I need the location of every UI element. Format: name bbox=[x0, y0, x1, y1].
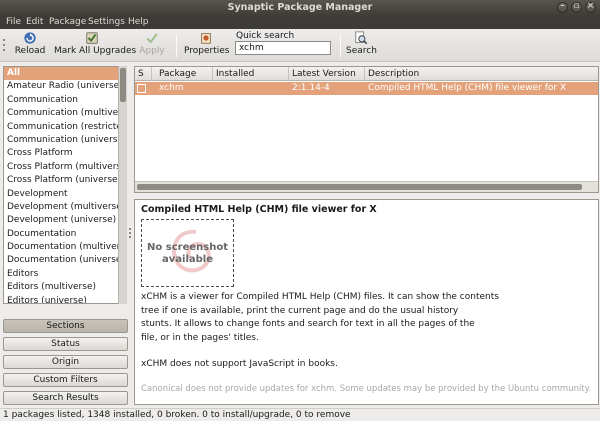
section-item[interactable]: Documentation (multiverse) bbox=[4, 241, 126, 254]
cell-description: Compiled HTML Help (CHM) file viewer for… bbox=[368, 83, 567, 93]
description-line: file, or in the pages' titles. bbox=[141, 332, 259, 343]
menu-help[interactable]: Help bbox=[128, 17, 149, 27]
toolbar: Reload Mark All Upgrades Apply Propertie… bbox=[0, 29, 600, 62]
section-item[interactable]: Editors (universe) bbox=[4, 295, 126, 303]
section-item[interactable]: Documentation (universe) bbox=[4, 254, 126, 267]
mark-upgrades-icon bbox=[86, 32, 98, 44]
column-package[interactable]: Package bbox=[156, 67, 213, 81]
section-item[interactable]: Editors bbox=[4, 268, 126, 281]
section-item[interactable]: All bbox=[4, 67, 126, 81]
toolbar-separator bbox=[340, 35, 341, 57]
column-installed-version[interactable]: Installed Version bbox=[213, 67, 289, 93]
search-button[interactable]: Search bbox=[346, 31, 377, 61]
reload-icon bbox=[24, 32, 36, 44]
table-row[interactable]: xchm 2:1.14-4 Compiled HTML Help (CHM) f… bbox=[135, 82, 598, 95]
reload-label: Reload bbox=[14, 46, 46, 56]
section-item[interactable]: Amateur Radio (universe) bbox=[4, 80, 126, 93]
section-item[interactable]: Communication (universe) bbox=[4, 134, 126, 147]
search-results-button[interactable]: Search Results bbox=[3, 391, 128, 405]
window-title: Synaptic Package Manager bbox=[227, 2, 373, 13]
cell-package: xchm bbox=[159, 83, 184, 93]
title-bar: Synaptic Package Manager – ▫ × bbox=[0, 0, 600, 16]
cell-latest-version: 2:1.14-4 bbox=[292, 83, 330, 93]
status-text: 1 packages listed, 1348 installed, 0 bro… bbox=[3, 410, 351, 420]
description-line: xCHM is a viewer for Compiled HTML Help … bbox=[141, 292, 499, 302]
properties-label: Properties bbox=[184, 46, 230, 56]
column-status[interactable]: S bbox=[135, 67, 152, 81]
status-button[interactable]: Status bbox=[3, 337, 128, 351]
screenshot-placeholder[interactable]: No screenshot available bbox=[141, 219, 234, 287]
window-controls: – ▫ × bbox=[557, 1, 596, 13]
toolbar-separator bbox=[176, 35, 177, 57]
apply-button[interactable]: Apply bbox=[138, 31, 166, 61]
search-label: Search bbox=[346, 46, 377, 56]
quick-search-label: Quick search bbox=[236, 31, 295, 41]
pane-resize-handle[interactable] bbox=[129, 228, 132, 240]
section-item[interactable]: Cross Platform bbox=[4, 147, 126, 160]
menu-file[interactable]: File bbox=[6, 17, 21, 27]
cell-installed-version bbox=[213, 82, 216, 95]
table-header: S Package Installed Version Latest Versi… bbox=[135, 67, 598, 93]
menu-edit[interactable]: Edit bbox=[26, 17, 43, 27]
scrollbar-thumb[interactable] bbox=[120, 68, 126, 102]
section-item[interactable]: Communication bbox=[4, 94, 126, 107]
section-item[interactable]: Documentation bbox=[4, 228, 126, 241]
properties-button[interactable]: Properties bbox=[184, 31, 230, 61]
details-title: Compiled HTML Help (CHM) file viewer for… bbox=[141, 204, 377, 215]
origin-button[interactable]: Origin bbox=[3, 355, 128, 369]
minimize-icon: – bbox=[560, 1, 565, 11]
menu-bar: File Edit Package Settings Help bbox=[0, 16, 600, 29]
canonical-support-note: Canonical does not provide updates for x… bbox=[141, 384, 592, 394]
section-item[interactable]: Cross Platform (universe) bbox=[4, 174, 126, 187]
menu-package[interactable]: Package bbox=[49, 17, 86, 27]
status-bar: 1 packages listed, 1348 installed, 0 bro… bbox=[0, 408, 600, 421]
sections-list: All Amateur Radio (universe) Communicati… bbox=[3, 66, 127, 304]
mark-all-upgrades-button[interactable]: Mark All Upgrades bbox=[54, 31, 137, 61]
quick-search-input[interactable]: xchm bbox=[235, 41, 331, 55]
sections-scrollbar[interactable] bbox=[118, 66, 127, 304]
section-item[interactable]: Development (multiverse) bbox=[4, 201, 126, 214]
section-item[interactable]: Communication (restricted) bbox=[4, 121, 126, 134]
apply-check-icon bbox=[146, 33, 158, 44]
maximize-icon: ▫ bbox=[573, 1, 580, 11]
search-icon bbox=[355, 31, 368, 45]
section-item[interactable]: Communication (multiverse) bbox=[4, 107, 126, 120]
menu-settings[interactable]: Settings bbox=[88, 17, 125, 27]
toolbar-grip[interactable] bbox=[3, 39, 6, 53]
description-line: tree if one is available, print the curr… bbox=[141, 305, 459, 316]
section-item[interactable]: Development (universe) bbox=[4, 214, 126, 227]
package-details: Compiled HTML Help (CHM) file viewer for… bbox=[134, 199, 599, 405]
section-item[interactable]: Development bbox=[4, 188, 126, 201]
reload-button[interactable]: Reload bbox=[14, 31, 46, 61]
package-table: S Package Installed Version Latest Versi… bbox=[134, 66, 599, 193]
package-checkbox[interactable] bbox=[137, 84, 146, 93]
maximize-button[interactable]: ▫ bbox=[571, 1, 582, 13]
section-item[interactable]: Cross Platform (multiverse) bbox=[4, 161, 126, 174]
scrollbar-thumb[interactable] bbox=[137, 184, 582, 190]
no-screenshot-text: No screenshot available bbox=[147, 242, 228, 265]
mark-all-upgrades-label: Mark All Upgrades bbox=[54, 46, 137, 56]
apply-label: Apply bbox=[139, 46, 165, 56]
pane-resize-handle[interactable] bbox=[361, 196, 371, 203]
section-item[interactable]: Editors (multiverse) bbox=[4, 281, 126, 294]
sections-button[interactable]: Sections bbox=[3, 319, 128, 333]
column-description[interactable]: Description bbox=[365, 67, 598, 81]
close-icon: × bbox=[586, 1, 595, 11]
close-button[interactable]: × bbox=[585, 1, 596, 13]
properties-icon bbox=[201, 33, 211, 44]
minimize-button[interactable]: – bbox=[557, 1, 568, 13]
description-line: xCHM does not support JavaScript in book… bbox=[141, 359, 338, 369]
description-line: stunts. It allows to change fonts and se… bbox=[141, 319, 475, 329]
column-latest-version[interactable]: Latest Version bbox=[289, 67, 365, 81]
custom-filters-button[interactable]: Custom Filters bbox=[3, 373, 128, 387]
table-horizontal-scrollbar[interactable] bbox=[135, 181, 598, 192]
